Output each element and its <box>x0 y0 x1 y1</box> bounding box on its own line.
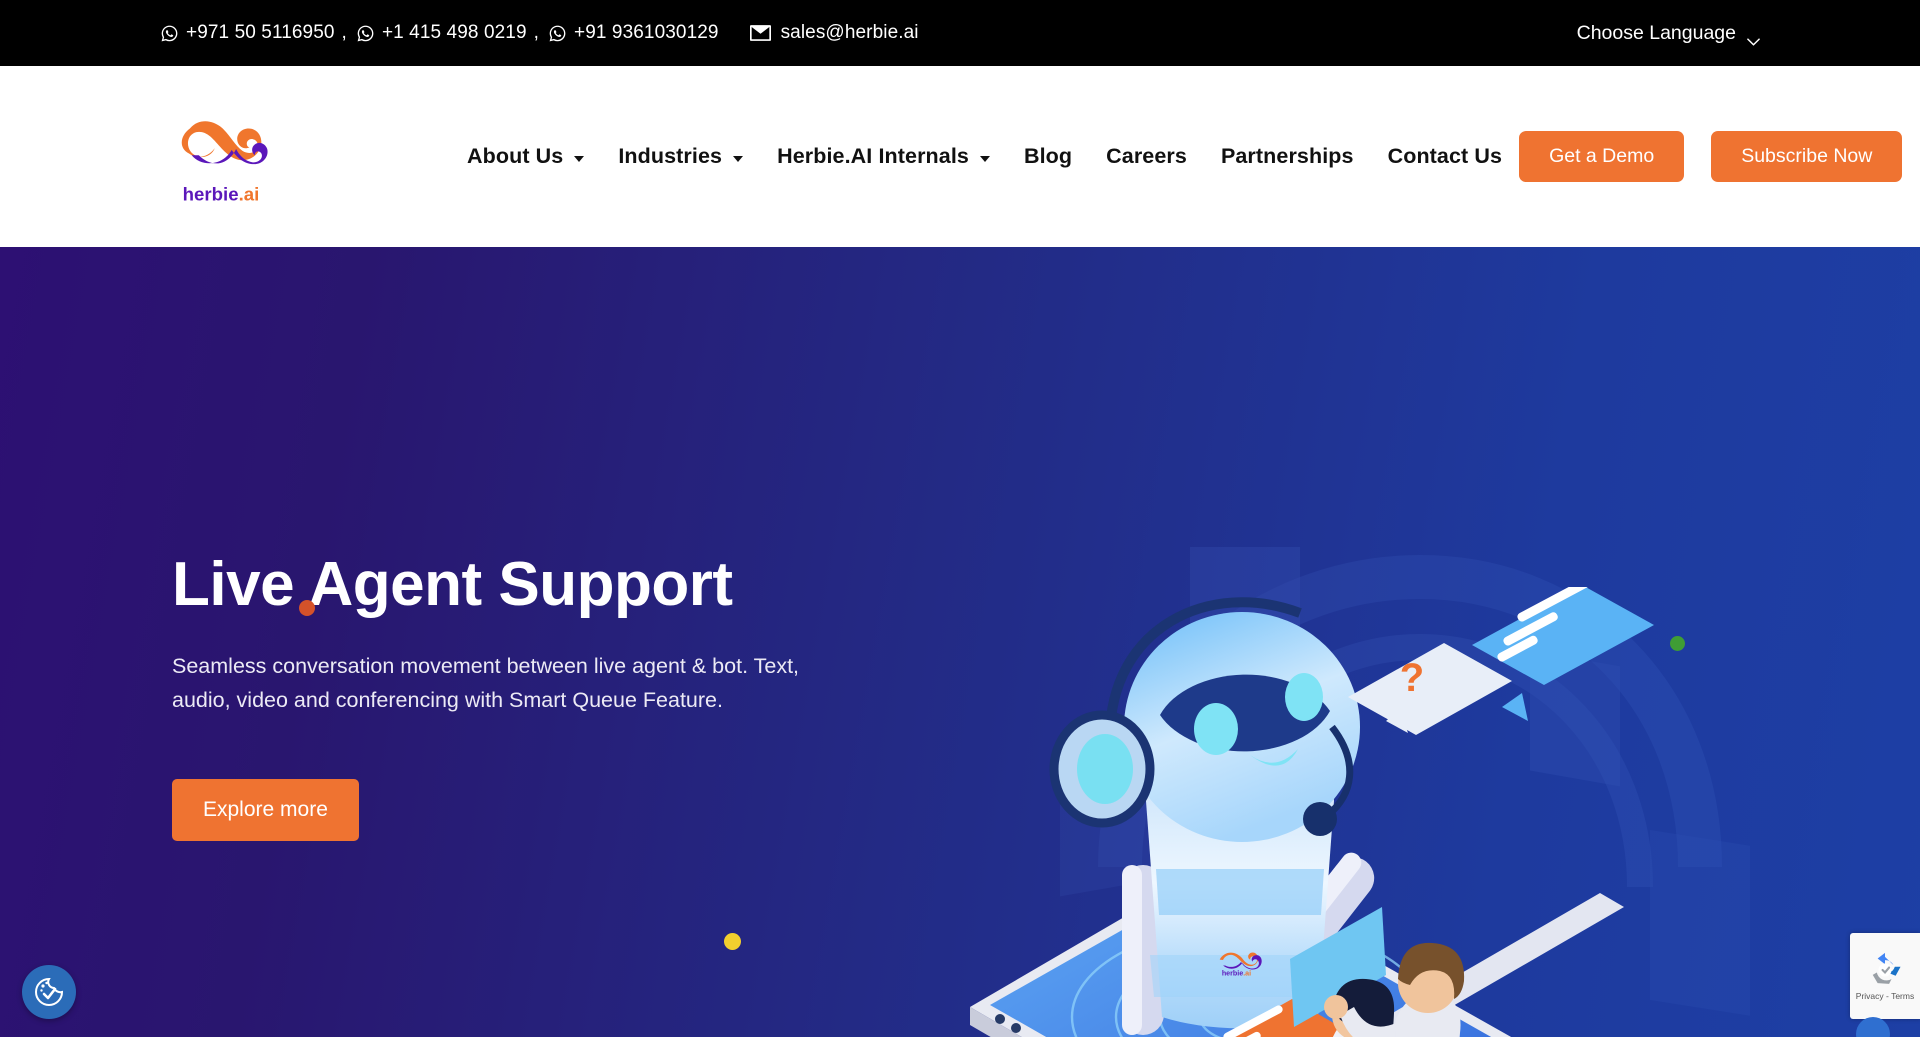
nav-item-blog[interactable]: Blog <box>1007 144 1089 169</box>
svg-text:?: ? <box>1400 656 1424 700</box>
nav-item-careers[interactable]: Careers <box>1089 144 1204 169</box>
svg-text:herbie.ai: herbie.ai <box>183 183 260 204</box>
phone-link-2[interactable]: +1 415 498 0219, <box>356 22 548 44</box>
chevron-down-icon <box>733 155 744 162</box>
headset-earcup <box>1049 710 1155 828</box>
email-link[interactable]: sales@herbie.ai <box>781 22 919 44</box>
nav-label: Partnerships <box>1220 144 1354 168</box>
nav-item-herbie-ai-internals[interactable]: Herbie.AI Internals <box>760 144 1007 169</box>
envelope-icon <box>749 25 771 41</box>
chevron-down-icon <box>1747 29 1760 46</box>
language-selector-label: Choose Language <box>1576 21 1736 44</box>
nav-label: Careers <box>1106 144 1187 168</box>
top-contact-bar: +971 50 5116950, +1 415 498 0219, +91 93… <box>0 0 1920 66</box>
nav-item-about-us[interactable]: About Us <box>450 144 601 169</box>
get-a-demo-button[interactable]: Get a Demo <box>1519 131 1685 182</box>
whatsapp-icon <box>548 24 567 43</box>
language-selector[interactable]: Choose Language <box>1576 21 1760 46</box>
phone-number-2: +1 415 498 0219 <box>381 22 527 43</box>
hero-content: Live Agent Support Seamless conversation… <box>172 550 852 842</box>
contact-info-group: +971 50 5116950, +1 415 498 0219, +91 93… <box>160 22 919 44</box>
recaptcha-privacy-terms-label[interactable]: Privacy - Terms <box>1856 991 1914 1001</box>
nav-item-partnerships[interactable]: Partnerships <box>1204 144 1371 169</box>
whatsapp-icon <box>356 24 375 43</box>
cookie-consent-button[interactable] <box>22 965 76 1019</box>
phone-number-1: +971 50 5116950 <box>186 22 335 43</box>
page-title: Live Agent Support <box>172 550 733 619</box>
nav-item-contact-us[interactable]: Contact Us <box>1371 144 1519 169</box>
recaptcha-icon <box>1872 952 1901 984</box>
decor-dot-orange-icon <box>299 600 315 616</box>
decor-dot-yellow-icon <box>724 933 741 950</box>
svg-text:herbie.ai: herbie.ai <box>1222 970 1251 978</box>
recaptcha-badge[interactable]: Privacy - Terms <box>1850 933 1920 1019</box>
nav-item-industries[interactable]: Industries <box>601 144 760 169</box>
phone-number-3: +91 9361030129 <box>574 22 719 43</box>
subscribe-now-button[interactable]: Subscribe Now <box>1711 131 1903 182</box>
phone-separator-1: , <box>341 22 347 43</box>
main-navigation: About Us Industries Herbie.AI Internals … <box>450 144 1519 169</box>
site-header: herbie.ai About Us Industries Herbie.AI … <box>0 66 1920 247</box>
cookie-consent-icon <box>35 977 64 1006</box>
decor-dot-green-icon <box>1670 636 1685 651</box>
hero-subtitle: Seamless conversation movement between l… <box>172 654 800 712</box>
phone-separator-2: , <box>533 22 539 43</box>
nav-label: Industries <box>618 144 723 168</box>
chevron-down-icon <box>979 155 990 162</box>
chat-bubbles: ? <box>1348 587 1654 735</box>
header-cta-group: Get a Demo Subscribe Now <box>1519 131 1903 182</box>
chevron-down-icon <box>574 155 585 162</box>
nav-label: About Us <box>467 144 564 168</box>
whatsapp-icon <box>160 24 179 43</box>
hero-illustration: herbie.ai ? <box>960 587 1740 1037</box>
nav-label: Herbie.AI Internals <box>777 144 969 168</box>
nav-label: Blog <box>1023 144 1073 168</box>
nav-label: Contact Us <box>1387 144 1503 168</box>
explore-more-button[interactable]: Explore more <box>172 779 359 842</box>
chat-bubble-button[interactable] <box>1856 1017 1890 1037</box>
phone-link-1[interactable]: +971 50 5116950, <box>160 22 356 44</box>
phone-link-3[interactable]: +91 9361030129 <box>548 22 719 44</box>
herbie-ai-logo[interactable]: herbie.ai <box>172 109 270 205</box>
hero-section: Live Agent Support Seamless conversation… <box>0 247 1920 1037</box>
